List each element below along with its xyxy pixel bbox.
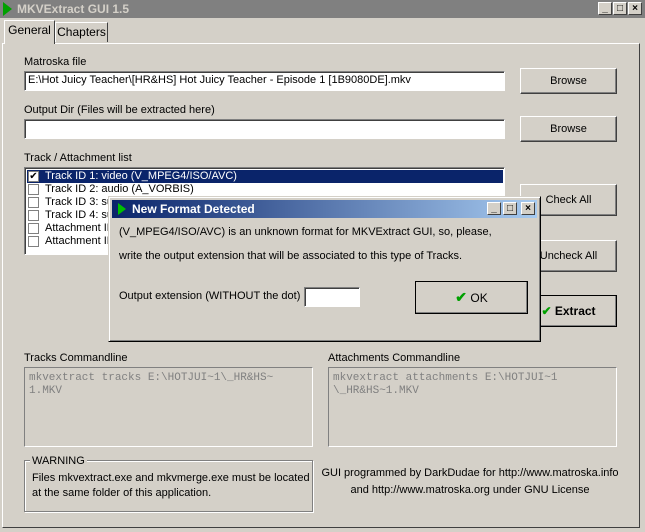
dialog-title-bar[interactable]: New Format Detected _ □ × [112,200,537,218]
dialog-close-button[interactable]: × [521,202,535,215]
credits-line-1: GUI programmed by DarkDudae for http://w… [321,467,619,479]
browse-matroska-button[interactable]: Browse [520,68,617,94]
dialog-maximize-button[interactable]: □ [503,202,517,215]
attachments-cmd-label: Attachments Commandline [328,352,461,364]
browse-output-button[interactable]: Browse [520,116,617,142]
warning-line-2: at the same folder of this application. [32,487,212,499]
tab-chapters[interactable]: Chapters [55,22,108,42]
ok-check-icon: ✔ [455,289,468,305]
matroska-file-label: Matroska file [24,56,87,68]
attachments-cmd-text[interactable]: mkvextract attachments E:\HOTJUI~1 \_HR&… [328,367,617,447]
track-checkbox[interactable] [28,210,39,221]
ok-button[interactable]: ✔ OK [415,281,528,314]
tab-general[interactable]: General [4,20,55,44]
track-checkbox[interactable] [28,184,39,195]
maximize-button[interactable]: □ [613,2,627,15]
list-item-label: Track ID 3: su [45,196,114,208]
dialog-title: New Format Detected [132,202,255,216]
tracks-cmd-text[interactable]: mkvextract tracks E:\HOTJUI~1\_HR&HS~ 1.… [24,367,313,447]
tab-chapters-label: Chapters [57,25,106,39]
ok-label: OK [470,291,488,305]
list-item-label: Attachment ID [45,235,115,247]
list-item[interactable]: ✔ Track ID 1: video (V_MPEG4/ISO/AVC) [27,170,503,183]
track-checkbox[interactable] [28,236,39,247]
window-title: MKVExtract GUI 1.5 [17,2,130,16]
output-dir-label: Output Dir (Files will be extracted here… [24,104,215,116]
warning-group [24,460,313,512]
dialog-message-line-2: write the output extension that will be … [119,250,463,262]
track-list-label: Track / Attachment list [24,152,132,164]
list-item[interactable]: Track ID 2: audio (A_VORBIS) [27,183,503,196]
check-icon: ✔ [541,304,552,318]
new-format-dialog: New Format Detected _ □ × (V_MPEG4/ISO/A… [108,196,541,342]
output-extension-label: Output extension (WITHOUT the dot) [119,290,301,302]
dialog-app-icon [118,203,126,215]
dialog-minimize-button[interactable]: _ [487,202,501,215]
tab-general-label: General [8,23,51,37]
warning-title: WARNING [30,455,87,467]
minimize-button[interactable]: _ [598,2,612,15]
tracks-cmd-label: Tracks Commandline [24,352,128,364]
track-checkbox[interactable] [28,223,39,234]
track-checkbox[interactable]: ✔ [28,171,39,182]
warning-line-1: Files mkvextract.exe and mkvmerge.exe mu… [32,472,310,484]
dialog-message-line-1: (V_MPEG4/ISO/AVC) is an unknown format f… [119,226,492,238]
output-dir-input[interactable] [24,119,505,139]
list-item-label: Track ID 4: su [45,209,114,221]
credits-line-2: and http://www.matroska.org under GNU Li… [350,484,590,496]
app-icon [3,2,12,16]
list-item-label: Attachment ID [45,222,115,234]
list-item-label: Track ID 1: video (V_MPEG4/ISO/AVC) [45,170,237,182]
title-bar[interactable]: MKVExtract GUI 1.5 _ □ × [0,0,645,18]
close-button[interactable]: × [628,2,642,15]
output-extension-input[interactable] [304,287,360,307]
list-item-label: Track ID 2: audio (A_VORBIS) [45,183,194,195]
extract-label: Extract [554,304,596,318]
matroska-file-input[interactable]: E:\Hot Juicy Teacher\[HR&HS] Hot Juicy T… [24,71,505,91]
track-checkbox[interactable] [28,197,39,208]
